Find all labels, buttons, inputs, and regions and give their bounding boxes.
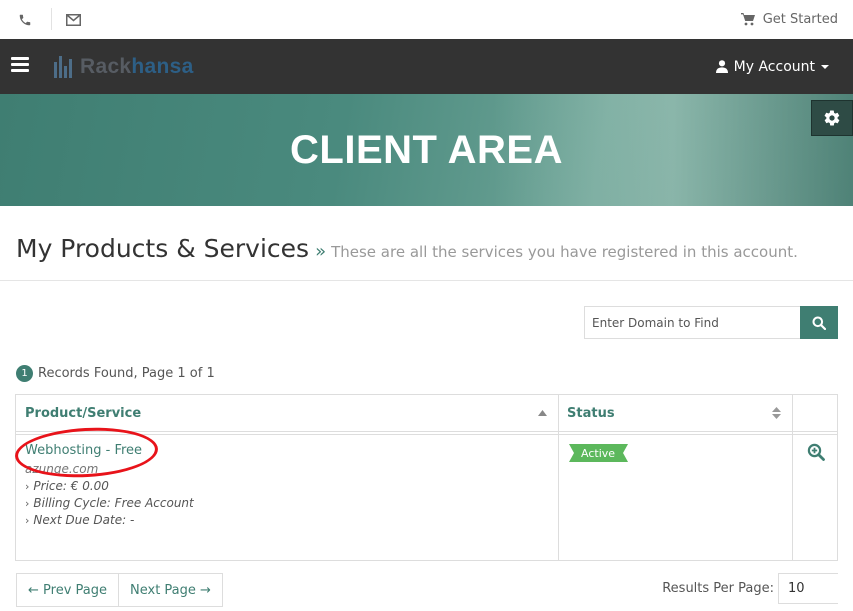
header-divider [16, 434, 837, 435]
records-text: Records Found, Page 1 of 1 [38, 366, 215, 381]
prev-page-button[interactable]: ← Prev Page [17, 574, 119, 606]
hero-banner: CLIENT AREA [0, 94, 853, 206]
services-table: Product/Service Status Webhosting - Free… [15, 394, 838, 561]
product-billing-cycle: › Billing Cycle: Free Account [25, 496, 194, 510]
search-icon [812, 316, 826, 330]
top-bar: Get Started [0, 0, 853, 39]
product-domain: azunge.com [25, 462, 99, 476]
records-count-badge: 1 [16, 365, 33, 382]
zoom-in-icon[interactable] [807, 443, 825, 461]
table-row[interactable]: Webhosting - Free azunge.com › Price: € 0… [25, 443, 194, 527]
get-started-label: Get Started [762, 12, 838, 27]
my-account-menu[interactable]: My Account [715, 39, 829, 94]
hero-title: CLIENT AREA [290, 127, 563, 172]
product-next-due-date: › Next Due Date: - [25, 513, 135, 527]
logo-text-rack: Rack [80, 55, 132, 78]
divider [51, 8, 52, 30]
logo[interactable]: Rackhansa [54, 54, 194, 80]
column-divider [558, 395, 559, 560]
chevron-right-icon: › [25, 513, 30, 527]
column-divider [792, 395, 793, 560]
results-per-page-label: Results Per Page: [662, 581, 774, 596]
status-badge: Active [569, 444, 628, 462]
column-header-product[interactable]: Product/Service [25, 395, 141, 431]
header-divider [16, 431, 837, 432]
page-title: My Products & Services [16, 234, 310, 263]
sort-icon[interactable] [772, 395, 781, 431]
logo-text-hansa: hansa [131, 55, 194, 78]
main-navbar: Rackhansa My Account [0, 39, 853, 94]
results-per-page: Results Per Page: 10 [662, 573, 838, 604]
page-header: My Products & Services » These are all t… [16, 234, 836, 263]
logo-bars-icon [54, 56, 74, 78]
pagination: ← Prev Page Next Page → [16, 573, 223, 607]
chevron-right-icon: › [25, 479, 30, 493]
results-per-page-select[interactable]: 10 [778, 573, 838, 604]
next-page-button[interactable]: Next Page → [119, 574, 222, 606]
column-header-status[interactable]: Status [567, 395, 615, 431]
domain-search [584, 306, 838, 339]
get-started-link[interactable]: Get Started [740, 0, 838, 39]
cart-icon [740, 13, 755, 26]
product-price: › Price: € 0.00 [25, 479, 109, 493]
title-separator: » [315, 241, 327, 262]
my-account-label: My Account [733, 58, 815, 75]
menu-icon[interactable] [11, 57, 29, 73]
divider [0, 280, 853, 281]
caret-down-icon [821, 64, 829, 69]
product-name-link[interactable]: Webhosting - Free [25, 443, 194, 458]
sort-asc-icon[interactable] [538, 395, 547, 431]
gear-icon[interactable] [811, 100, 853, 136]
phone-icon[interactable] [10, 0, 40, 39]
records-info: 1 Records Found, Page 1 of 1 [16, 365, 215, 382]
domain-search-input[interactable] [584, 306, 800, 339]
search-button[interactable] [800, 306, 838, 339]
page-subtitle: These are all the services you have regi… [331, 243, 798, 261]
chevron-right-icon: › [25, 496, 30, 510]
user-icon [715, 60, 728, 73]
envelope-icon[interactable] [58, 0, 88, 39]
